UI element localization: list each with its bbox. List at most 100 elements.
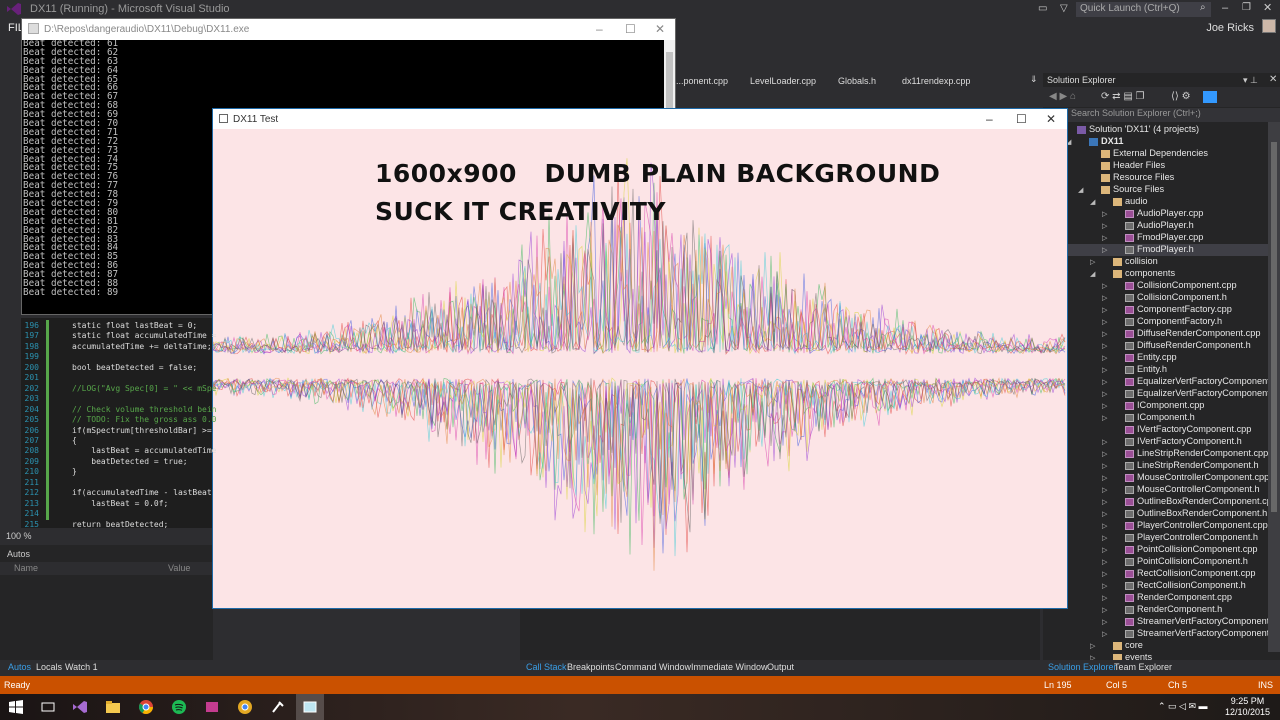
solution-tree-item[interactable]: ▷ ComponentFactory.h bbox=[1043, 316, 1268, 328]
solution-tree-item[interactable]: ◢ Source Files bbox=[1043, 184, 1268, 196]
expand-arrow-icon[interactable]: ◢ bbox=[1078, 186, 1083, 194]
sync-icon[interactable]: ⟳ ⇄ ▤ ❐ bbox=[1101, 91, 1145, 102]
back-icon[interactable]: ◀ ▶ ⌂ bbox=[1049, 91, 1076, 102]
expand-arrow-icon[interactable]: ▷ bbox=[1102, 486, 1107, 494]
expand-arrow-icon[interactable]: ▷ bbox=[1102, 606, 1107, 614]
solution-tree-item[interactable]: ▷ FmodPlayer.cpp bbox=[1043, 232, 1268, 244]
dx11-test-window[interactable]: DX11 Test – ☐ ✕ 1600x900 DUMB PLAIN BACK… bbox=[212, 108, 1068, 609]
expand-arrow-icon[interactable]: ▷ bbox=[1102, 330, 1107, 338]
expand-arrow-icon[interactable]: ▷ bbox=[1102, 306, 1107, 314]
expand-arrow-icon[interactable]: ▷ bbox=[1102, 294, 1107, 302]
expand-arrow-icon[interactable]: ▷ bbox=[1102, 246, 1107, 254]
tab-command-window[interactable]: Command Window bbox=[615, 662, 691, 672]
expand-arrow-icon[interactable]: ▷ bbox=[1102, 570, 1107, 578]
windows-start-icon[interactable] bbox=[8, 699, 24, 715]
solution-tree-item[interactable]: ▷ MouseControllerComponent.h bbox=[1043, 484, 1268, 496]
tray-icons[interactable]: ⌃ ▭ ◁ ✉ ▬ bbox=[1158, 701, 1208, 712]
expand-arrow-icon[interactable]: ▷ bbox=[1102, 558, 1107, 566]
solution-tree-item[interactable]: ▷ CollisionComponent.h bbox=[1043, 292, 1268, 304]
tab-call-stack[interactable]: Call Stack bbox=[526, 662, 567, 672]
solution-explorer-search[interactable]: Search Solution Explorer (Ctrl+;) bbox=[1043, 108, 1280, 122]
solution-tree-item[interactable]: ▷ PlayerControllerComponent.h bbox=[1043, 532, 1268, 544]
solution-tree-item[interactable]: ▷ EqualizerVertFactoryComponent.h bbox=[1043, 388, 1277, 400]
expand-arrow-icon[interactable]: ▷ bbox=[1102, 618, 1107, 626]
solution-tree-item[interactable]: ▷ StreamerVertFactoryComponent.h bbox=[1043, 628, 1277, 640]
minimize-icon[interactable]: – bbox=[596, 22, 603, 36]
editor-tab[interactable]: LevelLoader.cpp bbox=[750, 76, 816, 86]
expand-arrow-icon[interactable]: ▷ bbox=[1102, 498, 1107, 506]
task-view-icon[interactable] bbox=[40, 699, 56, 715]
maximize-icon[interactable]: ☐ bbox=[625, 22, 636, 36]
solution-tree-item[interactable]: ▷ RectCollisionComponent.h bbox=[1043, 580, 1268, 592]
preview-icon[interactable] bbox=[1203, 91, 1217, 103]
solution-tree-item[interactable]: ▷ RenderComponent.h bbox=[1043, 604, 1268, 616]
solution-tree-item[interactable]: ▷ Entity.cpp bbox=[1043, 352, 1268, 364]
expand-arrow-icon[interactable]: ▷ bbox=[1102, 222, 1107, 230]
solution-tree-item[interactable]: ▷ IComponent.h bbox=[1043, 412, 1268, 424]
expand-arrow-icon[interactable]: ▷ bbox=[1102, 210, 1107, 218]
expand-arrow-icon[interactable]: ▷ bbox=[1102, 546, 1107, 554]
zoom-level[interactable]: 100 % bbox=[6, 531, 32, 541]
expand-arrow-icon[interactable]: ▷ bbox=[1102, 438, 1107, 446]
tab-watch-1[interactable]: Watch 1 bbox=[65, 662, 98, 672]
solution-tree-item[interactable]: ◢ components bbox=[1043, 268, 1268, 280]
render-canvas[interactable]: 1600x900 DUMB PLAIN BACKGROUND SUCK IT C… bbox=[212, 129, 1067, 608]
solution-tree-item[interactable]: ▷ PointCollisionComponent.cpp bbox=[1043, 544, 1268, 556]
editor-tab[interactable]: dx11rendexp.cpp bbox=[902, 76, 970, 86]
close-icon[interactable]: ✕ bbox=[1269, 74, 1277, 85]
dx11-title-bar[interactable]: DX11 Test – ☐ ✕ bbox=[213, 109, 1067, 129]
quick-launch-input[interactable]: Quick Launch (Ctrl+Q) bbox=[1076, 2, 1211, 17]
expand-arrow-icon[interactable]: ▷ bbox=[1102, 342, 1107, 350]
tool-icon[interactable] bbox=[270, 699, 286, 715]
editor-tab[interactable]: Globals.h bbox=[838, 76, 876, 86]
solution-tree-item[interactable]: ▷ LineStripRenderComponent.cpp bbox=[1043, 448, 1268, 460]
solution-tree-item[interactable]: IVertFactoryComponent.cpp bbox=[1043, 424, 1268, 436]
solution-tree-item[interactable]: External Dependencies bbox=[1043, 148, 1268, 160]
expand-arrow-icon[interactable]: ▷ bbox=[1090, 642, 1095, 650]
tab-breakpoints[interactable]: Breakpoints bbox=[567, 662, 615, 672]
solution-tree-item[interactable]: ▷ IComponent.cpp bbox=[1043, 400, 1268, 412]
autos-col-value[interactable]: Value bbox=[168, 563, 190, 573]
expand-arrow-icon[interactable]: ◢ bbox=[1090, 270, 1095, 278]
solution-tree-item[interactable]: ▷ AudioPlayer.cpp bbox=[1043, 208, 1268, 220]
solution-tree-item[interactable]: ▷ EqualizerVertFactoryComponent.cpp bbox=[1043, 376, 1280, 388]
pin-icon[interactable]: ▾ ⊥ bbox=[1243, 75, 1258, 86]
solution-tree-item[interactable]: ▷ PlayerControllerComponent.cpp bbox=[1043, 520, 1268, 532]
expand-arrow-icon[interactable]: ▷ bbox=[1102, 390, 1107, 398]
expand-arrow-icon[interactable]: ▷ bbox=[1102, 594, 1107, 602]
solution-explorer-scrollbar[interactable] bbox=[1268, 122, 1280, 652]
expand-arrow-icon[interactable]: ▷ bbox=[1102, 510, 1107, 518]
solution-tree-item[interactable]: Resource Files bbox=[1043, 172, 1268, 184]
visual-studio-taskbar-icon[interactable] bbox=[72, 699, 88, 715]
solution-tree-item[interactable]: ▷ RectCollisionComponent.cpp bbox=[1043, 568, 1268, 580]
expand-arrow-icon[interactable]: ◢ bbox=[1090, 198, 1095, 206]
expand-arrow-icon[interactable]: ▷ bbox=[1102, 318, 1107, 326]
chrome-canary-icon[interactable] bbox=[237, 699, 253, 715]
tab-solution-explorer[interactable]: Solution Explorer bbox=[1048, 662, 1117, 672]
solution-tree-item[interactable]: ◢ DX11 bbox=[1043, 136, 1268, 148]
expand-arrow-icon[interactable]: ▷ bbox=[1102, 234, 1107, 242]
file-explorer-icon[interactable] bbox=[105, 699, 121, 715]
app-icon[interactable] bbox=[204, 699, 220, 715]
expand-arrow-icon[interactable]: ▷ bbox=[1102, 630, 1107, 638]
expand-arrow-icon[interactable]: ▷ bbox=[1102, 354, 1107, 362]
solution-tree-item[interactable]: ▷ CollisionComponent.cpp bbox=[1043, 280, 1268, 292]
expand-arrow-icon[interactable]: ▷ bbox=[1102, 378, 1107, 386]
close-icon[interactable]: ✕ bbox=[655, 22, 665, 36]
expand-arrow-icon[interactable]: ▷ bbox=[1090, 654, 1095, 660]
solution-tree-item[interactable]: Solution 'DX11' (4 projects) bbox=[1043, 124, 1268, 136]
solution-tree-item[interactable]: ▷ PointCollisionComponent.h bbox=[1043, 556, 1268, 568]
expand-arrow-icon[interactable]: ▷ bbox=[1102, 414, 1107, 422]
tab-immediate-window[interactable]: Immediate Window bbox=[691, 662, 768, 672]
solution-tree-item[interactable]: ▷ DiffuseRenderComponent.h bbox=[1043, 340, 1268, 352]
restore-icon[interactable]: ❐ bbox=[1242, 2, 1251, 13]
solution-tree-item[interactable]: ▷ FmodPlayer.h bbox=[1043, 244, 1268, 256]
tab-overflow-icon[interactable]: ⇓ bbox=[1030, 74, 1038, 85]
tab-locals[interactable]: Locals bbox=[36, 662, 62, 672]
expand-arrow-icon[interactable]: ▷ bbox=[1102, 534, 1107, 542]
properties-icon[interactable]: ⟨⟩ ⚙ bbox=[1171, 91, 1191, 102]
chrome-icon[interactable] bbox=[138, 699, 154, 715]
expand-arrow-icon[interactable]: ▷ bbox=[1102, 450, 1107, 458]
solution-tree-item[interactable]: ▷ OutlineBoxRenderComponent.cpp bbox=[1043, 496, 1277, 508]
solution-tree-item[interactable]: ▷ Entity.h bbox=[1043, 364, 1268, 376]
